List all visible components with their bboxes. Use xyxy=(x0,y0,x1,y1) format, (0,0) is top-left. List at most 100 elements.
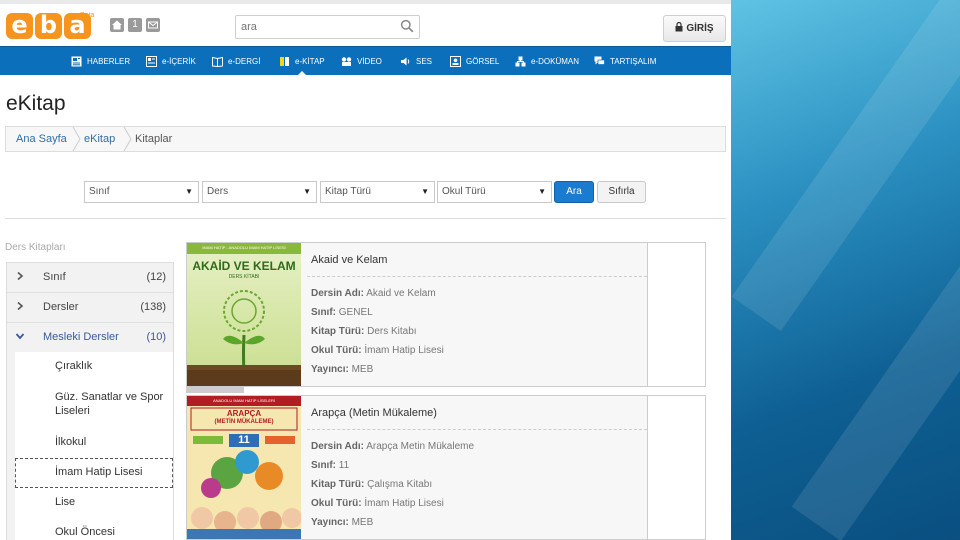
one-icon[interactable]: 1 xyxy=(128,18,142,32)
sidebar-subitem-okul-oncesi[interactable]: Okul Öncesi xyxy=(15,518,173,540)
field-key: Okul Türü: xyxy=(311,498,362,509)
field-value: İmam Hatip Lisesi xyxy=(364,345,444,356)
logo-letter-e: e xyxy=(6,13,33,39)
caret-down-icon: ▼ xyxy=(303,187,311,196)
login-button[interactable]: GİRİŞ xyxy=(663,15,726,42)
sidebar-subitem-lise[interactable]: Lise xyxy=(15,488,173,518)
field-key: Okul Türü: xyxy=(311,345,362,356)
search-button[interactable]: Ara xyxy=(554,181,594,203)
book-cover-arapca[interactable]: ANADOLU İMAM HATİP LİSELERİ ARAPÇA (METİ… xyxy=(187,396,301,539)
book-field: Sınıf: 11 xyxy=(311,460,349,471)
breadcrumb-current: Kitaplar xyxy=(135,133,173,145)
nav-label: e-DERGİ xyxy=(228,57,261,66)
book-actions-column xyxy=(647,396,705,539)
home-icon[interactable] xyxy=(110,18,124,32)
book-card[interactable]: ANADOLU İMAM HATİP LİSELERİ ARAPÇA (METİ… xyxy=(186,395,706,540)
class-select[interactable]: Sınıf ▼ xyxy=(84,181,199,203)
logo-beta-label: Beta xyxy=(80,12,95,19)
nav-item-video[interactable]: VİDEO xyxy=(341,47,382,76)
sidebar-subitem-guzel-sanatlar[interactable]: Güz. Sanatlar ve Spor Liseleri xyxy=(15,382,173,428)
book-cover-akaid[interactable]: İMAM HATİP - ANADOLU İMAM HATİP LİSESİ A… xyxy=(187,243,301,386)
nav-item-haberler[interactable]: HABERLER xyxy=(71,47,130,76)
discussion-icon xyxy=(594,56,605,67)
sidebar-group-label: Mesleki Dersler xyxy=(43,331,119,343)
search-icon[interactable] xyxy=(400,19,414,38)
document-icon xyxy=(515,56,526,67)
nav-item-e-dergi[interactable]: e-DERGİ xyxy=(212,47,260,76)
field-value: Arapça Metin Mükaleme xyxy=(366,441,475,452)
sidebar-subitem-ilkokul[interactable]: İlkokul xyxy=(15,428,173,458)
school-type-select[interactable]: Okul Türü ▼ xyxy=(437,181,552,203)
main-nav: HABERLER e-İÇERİK e-DERGİ e-KİTAP VİDEO … xyxy=(0,46,731,76)
breadcrumb-ekitap-link[interactable]: eKitap xyxy=(84,133,115,145)
sidebar-title: Ders Kitapları xyxy=(5,242,66,253)
subitem-label: Lise xyxy=(55,496,76,508)
nav-label: e-KİTAP xyxy=(295,57,325,66)
book-field: Okul Türü: İmam Hatip Lisesi xyxy=(311,498,444,509)
field-value: GENEL xyxy=(338,307,373,318)
book-icon xyxy=(279,56,290,67)
login-label: GİRİŞ xyxy=(686,23,714,34)
field-value: 11 xyxy=(338,460,350,471)
sound-icon xyxy=(400,56,411,67)
field-key: Sınıf: xyxy=(311,307,336,318)
field-value: Çalışma Kitabı xyxy=(367,479,433,490)
caret-down-icon: ▼ xyxy=(185,187,193,196)
caret-down-icon: ▼ xyxy=(538,187,546,196)
nav-label: e-İÇERİK xyxy=(162,57,196,66)
nav-label: GÖRSEL xyxy=(466,57,500,66)
sidebar-group-label: Dersler xyxy=(43,301,79,313)
book-field: Kitap Türü: Ders Kitabı xyxy=(311,326,417,337)
subitem-label: İlkokul xyxy=(55,436,87,448)
field-value: MEB xyxy=(351,364,374,375)
select-value: Ders xyxy=(207,186,229,197)
sidebar-group-label: Sınıf xyxy=(43,271,66,283)
sidebar-group-count: (10) xyxy=(146,331,166,343)
breadcrumb: Ana Sayfa eKitap Kitaplar xyxy=(5,126,726,152)
subitem-label: Çıraklık xyxy=(55,360,93,372)
logo-letter-b: b xyxy=(35,13,62,39)
lesson-select[interactable]: Ders ▼ xyxy=(202,181,317,203)
book-field: Okul Türü: İmam Hatip Lisesi xyxy=(311,345,444,356)
sidebar-group-dersler[interactable]: Dersler (138) xyxy=(7,293,173,323)
breadcrumb-separator-icon xyxy=(123,126,133,152)
chevron-right-icon xyxy=(15,271,25,281)
nav-item-ses[interactable]: SES xyxy=(400,47,432,76)
breadcrumb-home-link[interactable]: Ana Sayfa xyxy=(16,133,67,145)
mail-icon[interactable] xyxy=(146,18,160,32)
reset-button[interactable]: Sıfırla xyxy=(597,181,646,203)
search-input[interactable] xyxy=(236,16,396,38)
image-icon xyxy=(450,56,461,67)
sidebar-group-sinif[interactable]: Sınıf (12) xyxy=(7,263,173,293)
nav-label: SES xyxy=(416,57,433,66)
nav-item-e-dokuman[interactable]: e-DOKÜMAN xyxy=(515,47,579,76)
decorative-band xyxy=(731,0,960,332)
nav-item-tartisalim[interactable]: TARTIŞALIM xyxy=(594,47,656,76)
slide-background xyxy=(731,0,960,540)
sidebar-subitem-ciraklik[interactable]: Çıraklık xyxy=(15,352,173,382)
book-type-select[interactable]: Kitap Türü ▼ xyxy=(320,181,435,203)
search-box xyxy=(235,15,420,39)
nav-item-e-icerik[interactable]: e-İÇERİK xyxy=(146,47,196,76)
book-field: Sınıf: GENEL xyxy=(311,307,373,318)
sidebar-subitem-imam-hatip[interactable]: İmam Hatip Lisesi xyxy=(15,458,173,488)
content-icon xyxy=(146,56,157,67)
sidebar-group-mesleki-dersler[interactable]: Mesleki Dersler (10) xyxy=(7,323,173,353)
field-key: Yayıncı: xyxy=(311,517,349,528)
divider xyxy=(307,276,647,277)
nav-item-gorsel[interactable]: GÖRSEL xyxy=(450,47,499,76)
browser-page: e b a Beta 1 GİRİŞ HABERLER xyxy=(0,0,731,540)
book-title[interactable]: Akaid ve Kelam xyxy=(311,254,387,266)
book-card[interactable]: İMAM HATİP - ANADOLU İMAM HATİP LİSESİ A… xyxy=(186,242,706,387)
book-field: Kitap Türü: Çalışma Kitabı xyxy=(311,479,432,490)
cover-subtitle: DERS KİTABI xyxy=(228,274,260,280)
page-title: eKitap xyxy=(6,92,66,115)
book-field: Dersin Adı: Akaid ve Kelam xyxy=(311,288,436,299)
nav-item-e-kitap[interactable]: e-KİTAP xyxy=(279,47,325,76)
category-sidebar: Sınıf (12) Dersler (138) Mesleki Dersler… xyxy=(6,262,174,540)
book-title[interactable]: Arapça (Metin Mükaleme) xyxy=(311,407,437,419)
divider xyxy=(307,429,647,430)
field-value: MEB xyxy=(351,517,374,528)
nav-label: HABERLER xyxy=(87,57,131,66)
book-field: Yayıncı: MEB xyxy=(311,517,373,528)
